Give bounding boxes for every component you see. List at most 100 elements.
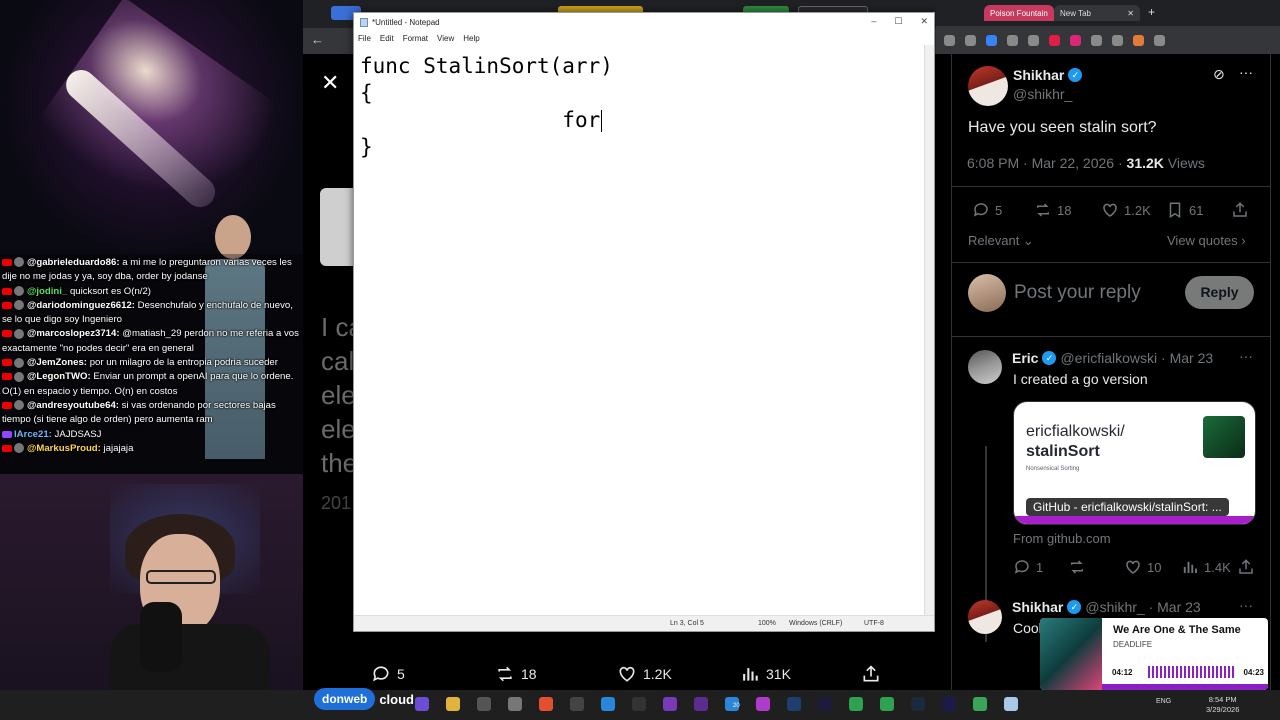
after-effects-icon[interactable] [818, 697, 832, 711]
terminal-icon[interactable] [477, 697, 491, 711]
views-stat[interactable]: 1.4K [1181, 558, 1231, 576]
elapsed-time: 04:12 [1112, 668, 1133, 677]
photoshop-icon[interactable] [787, 697, 801, 711]
puzzle-icon[interactable] [1091, 34, 1102, 46]
media-notification[interactable]: We Are One & The Same DEADLIFE 04:12 04:… [1040, 618, 1268, 690]
author-handle[interactable]: @shikhr_ [1013, 86, 1072, 102]
menu-edit[interactable]: Edit [380, 34, 394, 43]
extension-icon[interactable] [1049, 34, 1060, 46]
reply-stat[interactable]: 1 [1013, 558, 1043, 576]
sidebar-icon[interactable] [1112, 34, 1123, 46]
vscode-icon[interactable] [601, 697, 615, 711]
card-description: Nonsensical Sorting [1026, 466, 1080, 472]
avatar[interactable] [968, 600, 1002, 634]
app-icon[interactable]: 20 [725, 697, 740, 711]
card-repo: stalinSort [1026, 443, 1100, 460]
app-icon[interactable] [415, 697, 429, 711]
grok-icon[interactable]: ⊘ [1213, 66, 1225, 83]
system-clock[interactable]: 8:54 PM 3/29/2026 [1206, 695, 1239, 715]
premiere-icon[interactable] [942, 697, 956, 711]
link-card[interactable]: ericfialkowski/stalinSort Nonsensical So… [1013, 401, 1256, 525]
more-icon[interactable]: ··· [1239, 64, 1253, 80]
avatar[interactable] [968, 66, 1008, 106]
close-icon[interactable]: ✕ [321, 70, 339, 96]
visual-studio-icon[interactable] [694, 697, 708, 711]
author-name[interactable]: Shikhar ✓ @shikhr_ · Mar 23 [1012, 599, 1201, 615]
close-button[interactable]: ✕ [920, 16, 928, 27]
like-action[interactable]: 1.2K [617, 664, 672, 684]
share-action[interactable] [861, 664, 881, 684]
chrome-icon[interactable] [880, 697, 894, 711]
author-name[interactable]: Eric ✓ @ericfialkowski · Mar 23 [1012, 350, 1213, 366]
repost-stat[interactable]: 18 [1034, 201, 1071, 219]
language-indicator[interactable]: ENG [1156, 698, 1171, 705]
more-icon[interactable]: ··· [1239, 597, 1253, 613]
menu-bar: File Edit Format View Help [354, 31, 934, 45]
star-icon[interactable] [965, 34, 976, 46]
share-stat[interactable] [1231, 201, 1249, 219]
author-name[interactable]: Shikhar ✓ [1013, 67, 1083, 83]
sort-relevant-dropdown[interactable]: Relevant ⌄ [968, 233, 1034, 249]
post-time[interactable]: 6:08 PM · Mar 22, 2026 · [967, 155, 1127, 171]
text-editor[interactable]: func StalinSort(arr) { for} [354, 45, 926, 617]
more-icon[interactable]: ··· [1239, 348, 1253, 364]
repost-stat[interactable] [1068, 558, 1086, 576]
card-source[interactable]: From github.com [1013, 531, 1111, 546]
chat-message: @JemZones: por un milagro de la entropia… [2, 356, 301, 370]
profile-icon[interactable] [1133, 34, 1144, 46]
tab-new-tab[interactable]: New Tab ✕ [1054, 5, 1140, 21]
zoom-icon[interactable] [944, 34, 955, 46]
avatar[interactable] [968, 350, 1002, 384]
bookmark-stat[interactable]: 61 [1166, 201, 1203, 219]
share-stat[interactable] [1237, 558, 1255, 576]
sponsor-pill: donweb [314, 688, 376, 710]
notepad-icon[interactable] [1004, 697, 1018, 711]
app-icon[interactable] [632, 697, 646, 711]
chrome-icon[interactable] [849, 697, 863, 711]
like-stat[interactable]: 1.2K [1101, 201, 1151, 219]
views-action[interactable]: 31K [740, 664, 791, 684]
app-icon[interactable] [508, 697, 522, 711]
like-count: 1.2K [643, 666, 672, 682]
brave-icon[interactable] [539, 697, 553, 711]
post-text: Have you seen stalin sort? [968, 119, 1157, 136]
x-thread: Shikhar ✓ @shikhr_ ⊘ ··· Have you seen s… [951, 54, 1271, 690]
folder-icon[interactable] [446, 697, 460, 711]
notepad-titlebar[interactable]: *Untitled - Notepad – ☐ ✕ [354, 13, 934, 31]
reply-action[interactable]: 5 [371, 664, 405, 684]
menu-help[interactable]: Help [463, 34, 479, 43]
menu-format[interactable]: Format [403, 34, 428, 43]
like-stat[interactable]: 10 [1124, 558, 1161, 576]
minimize-button[interactable]: – [871, 16, 876, 27]
reply-input[interactable]: Post your reply [1014, 282, 1141, 304]
vertical-scrollbar[interactable] [924, 45, 934, 617]
repost-icon [1037, 203, 1049, 217]
extension-icon[interactable] [1028, 34, 1039, 46]
menu-icon[interactable] [1154, 34, 1165, 46]
extension-icon[interactable] [1070, 34, 1081, 46]
waveform-progress[interactable] [1148, 666, 1236, 678]
repost-count: 18 [1057, 202, 1072, 218]
obs-icon[interactable] [570, 697, 584, 711]
extension-icon[interactable] [986, 34, 997, 46]
chat-username: @JemZones: [27, 357, 88, 369]
media-accent-bar [1102, 684, 1268, 690]
maximize-button[interactable]: ☐ [894, 16, 902, 27]
app-icon[interactable] [663, 697, 677, 711]
extension-icon[interactable] [1007, 34, 1018, 46]
view-quotes-link[interactable]: View quotes › [1167, 233, 1246, 248]
back-arrow-icon[interactable]: ← [311, 32, 324, 47]
tab-poison-fountain[interactable]: Poison Fountain [984, 5, 1054, 21]
repost-action[interactable]: 18 [495, 664, 537, 684]
close-tab-icon[interactable]: ✕ [1127, 9, 1134, 18]
app-icon[interactable] [973, 697, 987, 711]
reply-button[interactable]: Reply [1185, 276, 1254, 309]
menu-file[interactable]: File [358, 34, 371, 43]
new-tab-button[interactable]: + [1148, 5, 1155, 19]
menu-view[interactable]: View [437, 34, 454, 43]
reply-stat[interactable]: 5 [972, 201, 1002, 219]
lightroom-icon[interactable] [911, 697, 925, 711]
chat-avatar [14, 400, 24, 411]
views-icon [743, 668, 758, 681]
app-icon[interactable] [756, 697, 770, 711]
